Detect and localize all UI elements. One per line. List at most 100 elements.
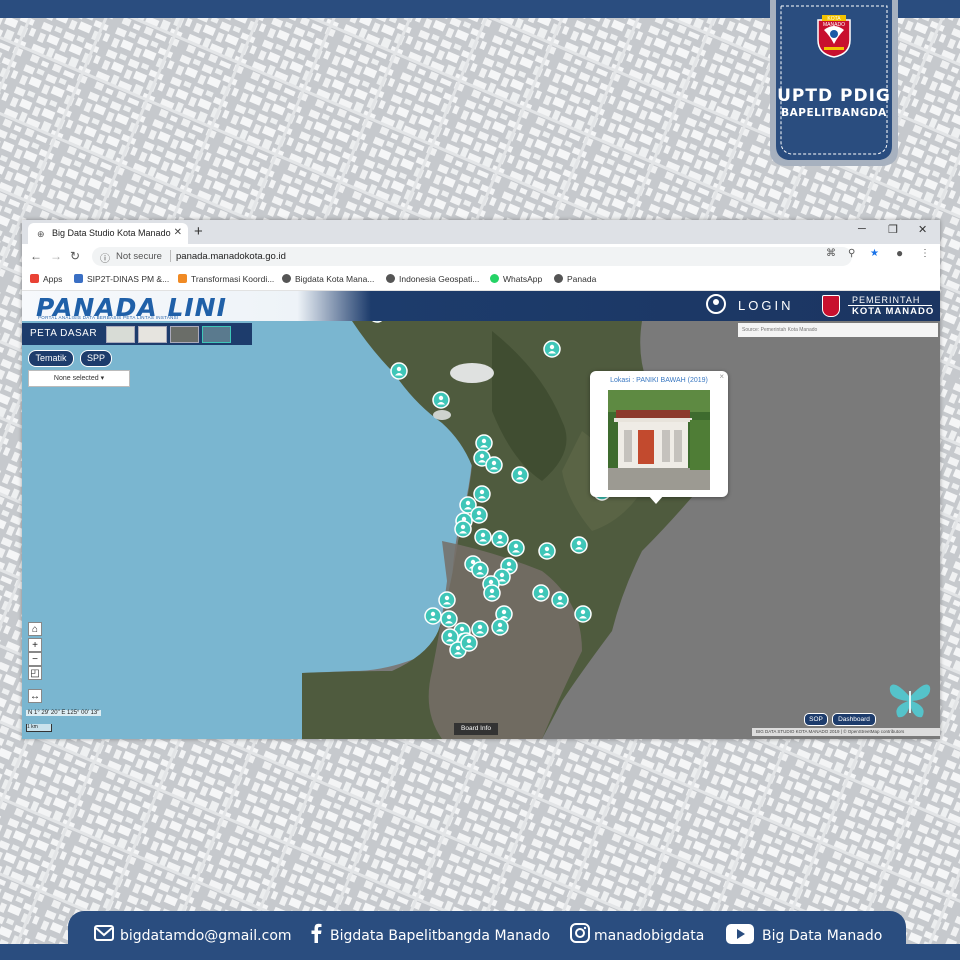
facility-marker[interactable] (475, 434, 493, 452)
bookmark-geospasial[interactable]: Indonesia Geospati... (386, 274, 479, 284)
facility-marker[interactable] (507, 539, 525, 557)
url-text[interactable]: panada.manadokota.go.id (176, 251, 286, 262)
bookmark-panada[interactable]: Panada (554, 274, 596, 284)
footer-youtube[interactable]: Big Data Manado (762, 928, 882, 944)
whatsapp-icon (490, 274, 499, 283)
zoom-icon[interactable]: ⚲ (848, 248, 855, 259)
facility-marker[interactable] (460, 634, 478, 652)
facility-marker[interactable] (424, 607, 442, 625)
footer-instagram[interactable]: manadobigdata (594, 928, 704, 944)
zoom-in-button[interactable]: + (28, 638, 42, 652)
close-window-icon[interactable]: ✕ (918, 223, 927, 236)
tab-spp[interactable]: SPP (80, 350, 112, 367)
badge-title: UPTD PDIG (777, 86, 891, 106)
address-separator (170, 250, 171, 262)
contact-footer: bigdatamdo@gmail.com Bigdata Bapelitbang… (68, 911, 906, 959)
bookmark-sip2t[interactable]: SIP2T-DINAS PM &... (74, 274, 169, 284)
popup-close-icon[interactable]: × (719, 372, 724, 381)
panada-page: PANADA LINI PORTAL ANALISIS DATA BERBASI… (22, 291, 940, 739)
gov-line-2: KOTA MANADO (852, 306, 935, 317)
facility-marker[interactable] (543, 340, 561, 358)
blogger-icon (178, 274, 187, 283)
sop-button[interactable]: SOP (804, 713, 828, 726)
new-tab-button[interactable]: + (194, 223, 203, 240)
bookmarks-bar: Apps SIP2T-DINAS PM &... Transformasi Ko… (22, 270, 940, 291)
browser-tab[interactable]: ⊕ Big Data Studio Kota Manado ✕ (28, 223, 188, 244)
address-row: ← → ↻ ⓘ Not secure panada.manadokota.go.… (22, 244, 940, 270)
facility-marker[interactable] (390, 362, 408, 380)
bookmark-bigdata[interactable]: Bigdata Kota Mana... (282, 274, 374, 284)
basemap-label: PETA DASAR (30, 328, 98, 339)
facility-marker[interactable] (440, 610, 458, 628)
info-icon[interactable]: ⓘ (100, 250, 110, 265)
facility-marker[interactable] (483, 584, 501, 602)
profile-icon[interactable]: ● (896, 246, 903, 260)
cloud (433, 410, 451, 420)
measure-button[interactable]: ↔ (28, 689, 42, 703)
minimize-icon[interactable]: ─ (858, 223, 866, 235)
facility-marker[interactable] (538, 542, 556, 560)
popup-title: Lokasi : PANIKI BAWAH (2019) (610, 377, 708, 384)
bookmark-apps[interactable]: Apps (30, 274, 62, 284)
location-photo (608, 390, 710, 490)
facility-marker[interactable] (432, 391, 450, 409)
menu-icon[interactable]: ⋮ (920, 248, 930, 259)
location-popup: Lokasi : PANIKI BAWAH (2019) × (590, 371, 728, 504)
apps-grid-icon (30, 274, 39, 283)
facility-marker[interactable] (438, 591, 456, 609)
app-header: PANADA LINI PORTAL ANALISIS DATA BERBASI… (22, 291, 940, 322)
facility-marker[interactable] (471, 561, 489, 579)
footer-email[interactable]: bigdatamdo@gmail.com (120, 928, 292, 944)
facility-marker[interactable] (551, 591, 569, 609)
facility-marker[interactable] (454, 520, 472, 538)
facility-marker[interactable] (532, 584, 550, 602)
basemap-thumb-satellite[interactable] (202, 326, 231, 343)
close-tab-icon[interactable]: ✕ (174, 227, 182, 238)
bookmark-whatsapp[interactable]: WhatsApp (490, 274, 542, 284)
facility-marker[interactable] (511, 466, 529, 484)
facility-marker[interactable] (473, 485, 491, 503)
home-button[interactable]: ⌂ (28, 622, 42, 636)
bookmark-star-icon[interactable]: ★ (870, 248, 879, 259)
facility-marker[interactable] (574, 605, 592, 623)
basemap-info-button[interactable]: Board Info (454, 723, 498, 735)
sip2t-icon (74, 274, 83, 283)
facility-marker[interactable] (471, 620, 489, 638)
satellite-map[interactable] (22, 291, 940, 739)
select-box-button[interactable]: ◰ (28, 666, 42, 680)
zoom-out-button[interactable]: − (28, 652, 42, 666)
login-button[interactable]: LOGIN (738, 298, 793, 313)
translate-icon[interactable]: ⌘ (826, 248, 836, 259)
city-crest-icon (822, 295, 840, 317)
footer-facebook[interactable]: Bigdata Bapelitbangda Manado (330, 928, 550, 944)
facility-marker[interactable] (470, 506, 488, 524)
facility-marker[interactable] (474, 528, 492, 546)
facility-marker[interactable] (491, 618, 509, 636)
layer-select[interactable]: None selected ▾ (28, 370, 130, 387)
tab-tematik[interactable]: Tematik (28, 350, 74, 367)
bookmark-transformasi[interactable]: Transformasi Koordi... (178, 274, 274, 284)
basemap-thumb-dark[interactable] (170, 326, 199, 343)
restore-icon[interactable]: ❐ (888, 223, 898, 236)
user-icon[interactable] (706, 294, 726, 314)
forward-icon[interactable]: → (50, 249, 62, 263)
instagram-icon (570, 923, 590, 943)
badge-subtitle: BAPELITBANGDA (781, 107, 887, 119)
basemap-thumb-street[interactable] (106, 326, 135, 343)
facility-marker[interactable] (570, 536, 588, 554)
youtube-icon (726, 924, 754, 944)
cloud (450, 363, 494, 383)
butterfly-logo-icon (889, 684, 931, 718)
map-attribution: BIG DATA STUDIO KOTA MANADO 2019 | © Ope… (752, 728, 940, 736)
browser-window: ⊕ Big Data Studio Kota Manado ✕ + ─ ❐ ✕ … (22, 220, 940, 739)
basemap-thumb-light[interactable] (138, 326, 167, 343)
dashboard-button[interactable]: Dashboard (832, 713, 876, 726)
mail-icon (94, 925, 114, 941)
security-status: Not secure (116, 251, 162, 262)
back-icon[interactable]: ← (30, 249, 42, 263)
globe-icon: ⊕ (37, 229, 45, 239)
facility-marker[interactable] (485, 456, 503, 474)
facility-marker[interactable] (491, 530, 509, 548)
reload-icon[interactable]: ↻ (70, 249, 80, 263)
address-bar[interactable]: ⓘ Not secure panada.manadokota.go.id (92, 247, 852, 266)
